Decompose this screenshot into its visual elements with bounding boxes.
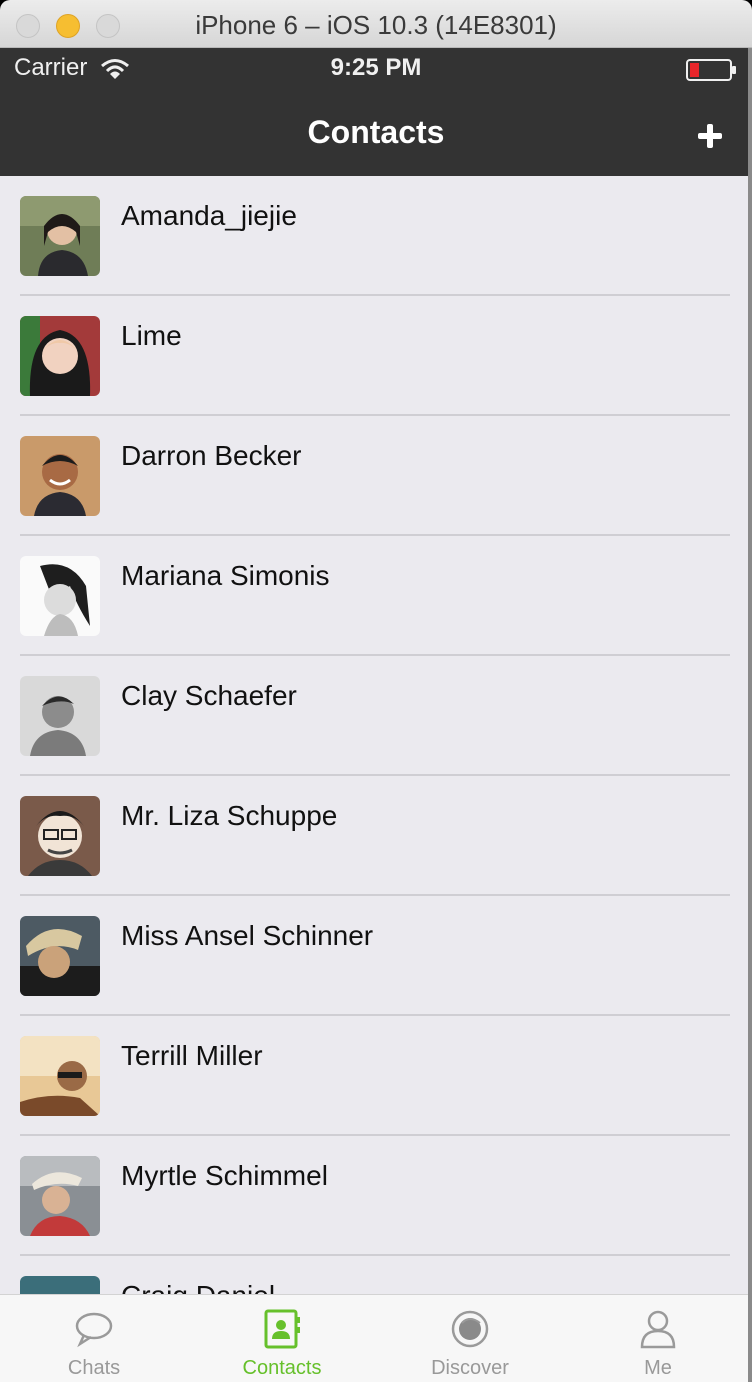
contact-avatar [20,436,100,516]
tab-label: Me [644,1357,672,1379]
tab-label: Discover [431,1357,509,1379]
contact-name: Lime [121,320,182,351]
status-time: 9:25 PM [330,54,422,81]
window-title: iPhone 6 – iOS 10.3 (14E8301) [195,10,557,40]
navigation-bar: Carrier 9:25 PM Contacts [0,48,752,176]
discover-icon [451,1310,489,1348]
contact-avatar [20,676,100,756]
contacts-list[interactable]: Amanda_jiejie Lime Darron Becker Mariana… [0,176,752,1294]
contact-row[interactable]: Terrill Miller [0,1016,752,1136]
contact-row[interactable]: Lime [0,296,752,416]
tab-me[interactable]: Me [564,1295,752,1382]
contact-name: Miss Ansel Schinner [121,920,374,951]
simulator-window-titlebar: iPhone 6 – iOS 10.3 (14E8301) [0,0,752,48]
contact-avatar [20,556,100,636]
contact-row[interactable]: Mariana Simonis [0,536,752,656]
contact-row[interactable]: Myrtle Schimmel [0,1136,752,1256]
contact-row[interactable]: Mr. Liza Schuppe [0,776,752,896]
tab-label: Chats [67,1357,121,1379]
tab-chats[interactable]: Chats [0,1295,188,1382]
tab-contacts[interactable]: Contacts [188,1295,376,1382]
contact-name: Mariana Simonis [121,560,330,591]
contact-name: Myrtle Schimmel [121,1160,328,1191]
person-icon [640,1310,676,1349]
contact-row[interactable]: Darron Becker [0,416,752,536]
tab-discover[interactable]: Discover [376,1295,564,1382]
contact-avatar [20,1036,100,1116]
battery-icon [686,59,736,81]
contact-name: Darron Becker [121,440,302,471]
contact-row[interactable]: Clay Schaefer [0,656,752,776]
contact-name: Clay Schaefer [121,680,297,711]
contact-avatar [20,796,100,876]
contact-row[interactable]: Miss Ansel Schinner [0,896,752,1016]
contact-avatar [20,916,100,996]
contact-name: Mr. Liza Schuppe [121,800,338,831]
contact-avatar [20,1156,100,1236]
contact-name: Amanda_jiejie [121,200,297,231]
window-edge [748,48,752,1382]
contact-avatar [20,1276,100,1294]
contacts-book-icon [264,1309,300,1349]
contact-row[interactable]: Amanda_jiejie [0,176,752,296]
contact-avatar [20,316,100,396]
contact-name: Terrill Miller [121,1040,263,1071]
page-title: Contacts [307,114,445,150]
contact-name: Craig Daniel [121,1280,275,1294]
contact-row[interactable]: Craig Daniel [0,1256,752,1294]
chat-bubble-icon [75,1312,113,1348]
tab-label: Contacts [242,1357,322,1379]
add-contact-button[interactable] [690,116,730,156]
tab-bar: Chats Contacts Discover Me [0,1294,752,1382]
contact-avatar [20,196,100,276]
